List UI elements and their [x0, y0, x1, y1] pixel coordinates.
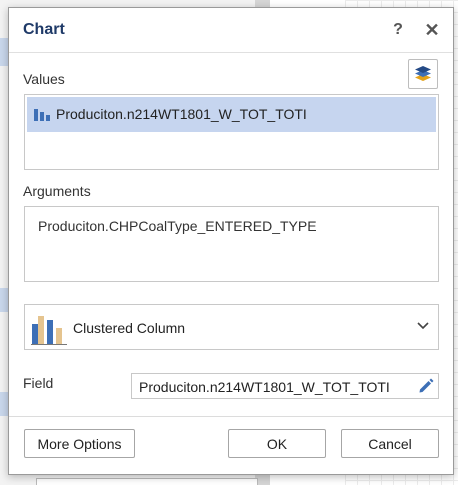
field-label: Field [23, 375, 54, 391]
ok-button[interactable]: OK [228, 429, 326, 458]
chart-type-label: Clustered Column [73, 320, 186, 336]
layers-button[interactable] [408, 59, 438, 89]
values-label: Values [23, 71, 65, 87]
list-item-label: Produciton.n214WT1801_W_TOT_TOTI [56, 106, 307, 122]
field-input[interactable]: Produciton.n214WT1801_W_TOT_TOTI [131, 373, 439, 399]
clustered-column-icon [31, 316, 67, 345]
more-options-button[interactable]: More Options [24, 429, 135, 458]
bar-series-icon [34, 109, 50, 121]
arguments-label: Arguments [23, 183, 91, 199]
dialog-titlebar: Chart ? ✕ [9, 8, 453, 53]
background-field [36, 478, 258, 485]
chevron-down-icon [417, 322, 429, 330]
list-item[interactable]: Produciton.n214WT1801_W_TOT_TOTI [27, 97, 436, 132]
background-strip [0, 392, 8, 416]
field-value: Produciton.n214WT1801_W_TOT_TOTI [139, 379, 390, 395]
pencil-icon[interactable] [417, 378, 434, 395]
values-list[interactable]: Produciton.n214WT1801_W_TOT_TOTI [24, 94, 439, 170]
arguments-list[interactable]: Produciton.CHPCoalType_ENTERED_TYPE [24, 206, 439, 282]
dialog-title: Chart [23, 21, 65, 38]
background-strip [0, 288, 8, 312]
layers-icon [415, 66, 431, 81]
list-item-label[interactable]: Produciton.CHPCoalType_ENTERED_TYPE [38, 218, 317, 234]
chart-dialog: Chart ? ✕ Values Produciton.n214WT1801_W… [8, 7, 454, 475]
footer-divider [9, 416, 453, 417]
help-icon[interactable]: ? [388, 20, 408, 40]
background-strip [0, 38, 8, 66]
close-icon[interactable]: ✕ [422, 20, 442, 40]
chart-type-select[interactable]: Clustered Column [24, 304, 439, 350]
cancel-button[interactable]: Cancel [341, 429, 439, 458]
